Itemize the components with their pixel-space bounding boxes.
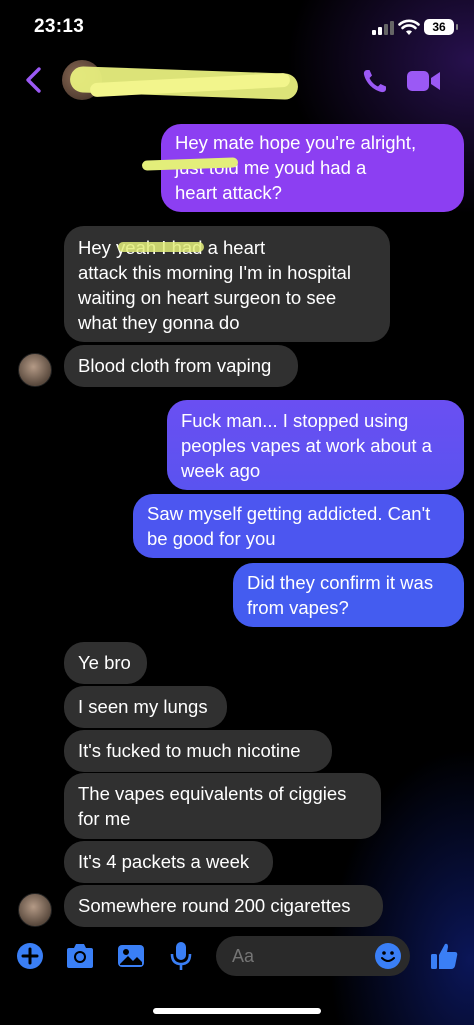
name-redaction-scribble	[118, 242, 204, 252]
message-incoming[interactable]: It's fucked to much nicotine	[64, 730, 332, 772]
message-incoming[interactable]: Somewhere round 200 cigarettes	[64, 885, 383, 927]
microphone-icon[interactable]	[168, 940, 194, 972]
message-outgoing[interactable]: Saw myself getting addicted. Can't be go…	[133, 494, 464, 558]
message-incoming[interactable]: I seen my lungs	[64, 686, 227, 728]
video-camera-icon[interactable]	[406, 68, 442, 94]
message-incoming[interactable]: Blood cloth from vaping	[64, 345, 298, 387]
wifi-icon	[398, 19, 420, 35]
home-indicator[interactable]	[153, 1008, 321, 1014]
status-time: 23:13	[34, 16, 85, 37]
emoji-icon[interactable]	[374, 942, 402, 970]
message-incoming[interactable]: Ye bro	[64, 642, 147, 684]
camera-icon[interactable]	[64, 942, 96, 970]
message-outgoing[interactable]: Fuck man... I stopped using peoples vape…	[167, 400, 464, 490]
sender-avatar[interactable]	[18, 893, 52, 927]
message-outgoing[interactable]: Did they confirm it was from vapes?	[233, 563, 464, 627]
back-chevron-icon[interactable]	[22, 65, 46, 95]
message-composer	[0, 936, 474, 980]
plus-icon[interactable]	[16, 942, 44, 970]
message-incoming[interactable]: It's 4 packets a week	[64, 841, 273, 883]
thumbs-up-icon[interactable]	[428, 940, 460, 972]
chat-header	[0, 56, 474, 106]
message-incoming[interactable]: Hey yeah I had a heart attack this morni…	[64, 226, 390, 342]
phone-icon[interactable]	[360, 66, 390, 96]
message-incoming[interactable]: The vapes equivalents of ciggies for me	[64, 773, 381, 839]
cell-signal-icon	[372, 21, 394, 35]
battery-icon: 36	[424, 19, 458, 35]
gallery-icon[interactable]	[116, 942, 146, 970]
status-bar: 23:13 36	[0, 0, 474, 56]
sender-avatar[interactable]	[18, 353, 52, 387]
